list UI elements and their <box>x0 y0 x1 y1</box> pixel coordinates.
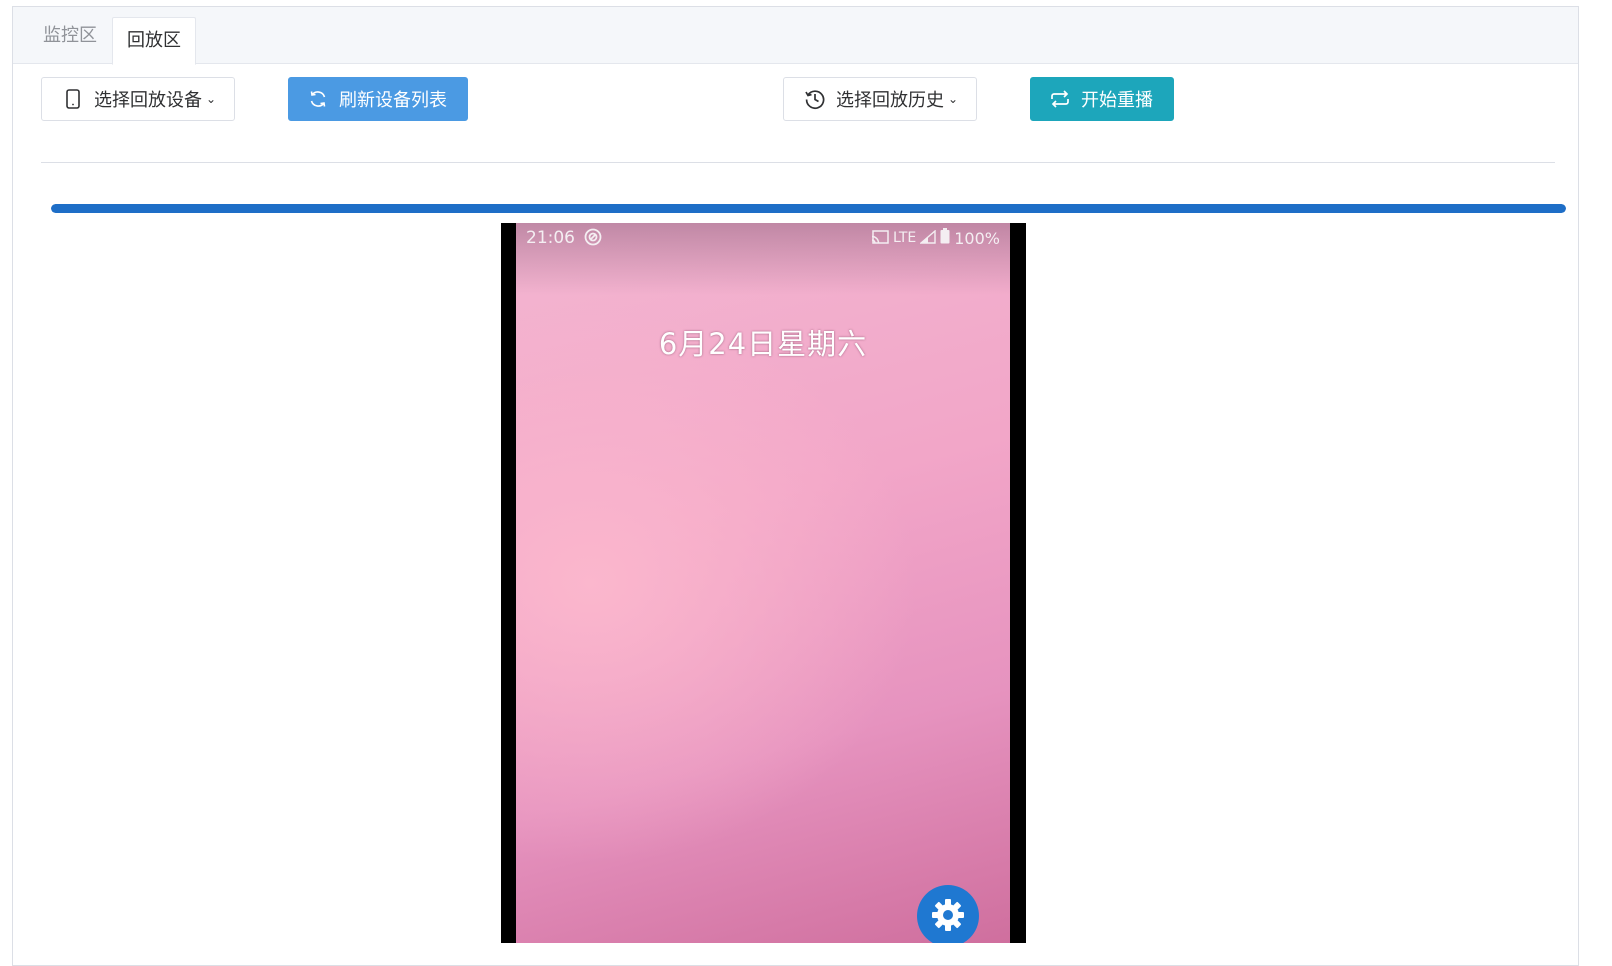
mobile-phone-icon <box>62 88 84 110</box>
start-replay-button[interactable]: 开始重播 <box>1030 77 1174 121</box>
tabs-header: 监控区 回放区 <box>13 7 1578 65</box>
lock-screen-date: 6月24日星期六 <box>658 327 868 361</box>
signal-icon <box>919 228 936 248</box>
start-replay-label: 开始重播 <box>1081 90 1153 111</box>
history-clock-icon <box>804 88 826 110</box>
select-history-label: 选择回放历史 <box>836 90 944 111</box>
tab-playback[interactable]: 回放区 <box>112 17 196 65</box>
sync-icon <box>584 228 602 246</box>
status-time: 21:06 <box>526 228 575 248</box>
chevron-down-icon: ⌄ <box>206 92 217 106</box>
refresh-icon <box>307 88 329 110</box>
chevron-down-icon: ⌄ <box>948 92 959 106</box>
progress-fill <box>51 204 1566 213</box>
tab-monitor[interactable]: 监控区 <box>27 7 113 64</box>
select-playback-history-dropdown[interactable]: 选择回放历史 ⌄ <box>783 77 978 121</box>
battery-level: 100% <box>954 228 1000 248</box>
toolbar-divider <box>41 162 1555 163</box>
network-type: LTE <box>892 230 917 246</box>
select-playback-device-dropdown[interactable]: 选择回放设备 ⌄ <box>41 77 236 121</box>
refresh-label: 刷新设备列表 <box>339 90 447 111</box>
battery-icon <box>940 228 950 248</box>
cast-icon <box>871 229 889 248</box>
status-right-group: LTE 100% <box>871 228 1000 248</box>
android-lock-screen: 21:06 LTE 100% 6月24日星期六 <box>516 223 1010 943</box>
select-device-label: 选择回放设备 <box>94 90 202 111</box>
device-screen-mirror[interactable]: 21:06 LTE 100% 6月24日星期六 <box>501 223 1026 943</box>
settings-gear-icon <box>928 885 968 939</box>
settings-fab[interactable] <box>917 885 979 943</box>
status-bar: 21:06 LTE 100% <box>516 223 1010 255</box>
playback-progress-bar[interactable] <box>51 204 1566 213</box>
refresh-device-list-button[interactable]: 刷新设备列表 <box>288 77 468 121</box>
repeat-icon <box>1049 88 1071 110</box>
